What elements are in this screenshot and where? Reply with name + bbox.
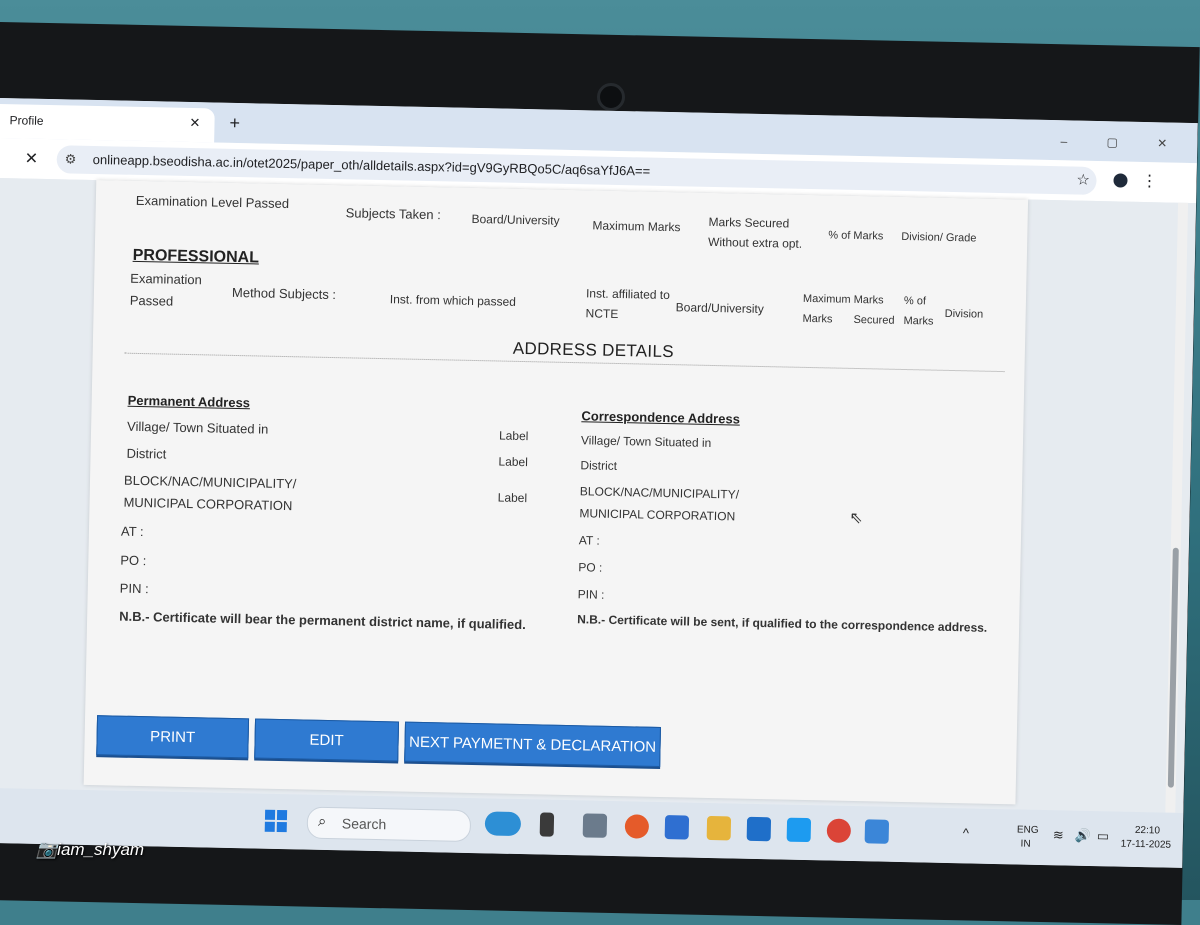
prof-affil-line1: Inst. affiliated to xyxy=(585,286,671,303)
perm-pin: PIN : xyxy=(119,580,149,597)
header-division: Division/ Grade xyxy=(901,230,977,245)
perm-block-line2: MUNICIPAL CORPORATION xyxy=(123,494,293,514)
prof-division: Division xyxy=(944,307,984,321)
twitter-icon[interactable] xyxy=(786,817,812,843)
details-page: Examination Level Passed Subjects Taken … xyxy=(83,180,1029,805)
header-subjects: Subjects Taken : xyxy=(345,205,441,223)
perm-note: N.B.- Certificate will bear the permanen… xyxy=(119,608,526,633)
permanent-address-heading: Permanent Address xyxy=(127,392,251,411)
perm-at: AT : xyxy=(120,523,144,540)
perm-block-line1: BLOCK/NAC/MUNICIPALITY/ xyxy=(123,472,297,492)
language-line1[interactable]: ENG xyxy=(1017,823,1039,836)
perm-po: PO : xyxy=(120,552,147,569)
perm-village-value: Label xyxy=(498,428,529,444)
taskbar-search[interactable]: ⌕ Search xyxy=(306,806,472,843)
clock-date[interactable]: 17-11-2025 xyxy=(1120,838,1172,852)
header-without-extra: Without extra opt. xyxy=(707,234,803,251)
search-icon: ⌕ xyxy=(317,812,327,830)
corr-block-line2: MUNICIPAL CORPORATION xyxy=(579,506,736,524)
prof-marks: Marks xyxy=(802,312,833,326)
search-placeholder: Search xyxy=(341,815,387,833)
address-details-title: ADDRESS DETAILS xyxy=(512,338,675,362)
windows-start-icon[interactable] xyxy=(264,809,288,833)
file-explorer-icon[interactable] xyxy=(706,815,732,841)
battery-icon[interactable]: ▭ xyxy=(1097,828,1110,843)
site-info-icon[interactable]: ⚙ xyxy=(65,151,77,167)
tab-title: Profile xyxy=(9,113,44,128)
photographer-watermark: 📷iam_shyam xyxy=(36,840,145,859)
perm-district-value: Label xyxy=(498,454,529,470)
language-line2[interactable]: IN xyxy=(1020,838,1030,851)
corr-district-label: District xyxy=(580,458,618,474)
prof-exam-line2: Passed xyxy=(129,292,174,309)
profile-avatar[interactable] xyxy=(1113,173,1128,188)
next-payment-declaration-button[interactable]: NEXT PAYMETNT & DECLARATION xyxy=(404,721,661,767)
print-button[interactable]: PRINT xyxy=(96,715,250,759)
edit-button[interactable]: EDIT xyxy=(254,718,400,762)
task-view-icon[interactable] xyxy=(539,812,555,837)
url-text[interactable]: onlineapp.bseodisha.ac.in/otet2025/paper… xyxy=(93,152,651,179)
prof-secured: Secured xyxy=(853,313,895,327)
copilot-icon[interactable] xyxy=(484,811,522,837)
store-icon[interactable] xyxy=(664,815,690,840)
header-percent: % of Marks xyxy=(828,229,884,243)
wifi-icon[interactable]: ≋ xyxy=(1053,827,1064,842)
stop-loading-icon[interactable]: ✕ xyxy=(25,149,39,169)
perm-district-label: District xyxy=(126,445,167,462)
prof-pct-line2: Marks xyxy=(903,314,934,328)
new-tab-icon[interactable]: + xyxy=(229,113,240,134)
chrome-icon[interactable] xyxy=(826,818,852,843)
header-marks-secured: Marks Secured xyxy=(708,214,790,231)
prof-inst: Inst. from which passed xyxy=(389,292,517,309)
prof-method: Method Subjects : xyxy=(231,284,337,303)
clock-time[interactable]: 22:10 xyxy=(1135,824,1160,838)
corr-at: AT : xyxy=(578,533,600,548)
tray-chevron-icon[interactable]: ^ xyxy=(963,825,969,840)
browser-menu-icon[interactable]: ⋮ xyxy=(1141,171,1157,191)
firefox-icon[interactable] xyxy=(624,814,650,839)
webcam xyxy=(597,83,625,111)
corr-pin: PIN : xyxy=(577,587,605,602)
header-max-marks: Maximum Marks xyxy=(592,218,681,235)
prof-pct-line1: % of xyxy=(903,294,927,308)
mouse-cursor-icon: ⇖ xyxy=(849,509,863,528)
prof-affil-line2: NCTE xyxy=(585,306,619,321)
photos-icon[interactable] xyxy=(864,819,890,844)
professional-heading: PROFESSIONAL xyxy=(132,246,260,267)
browser-tab[interactable]: Profile ✕ xyxy=(0,103,215,143)
corr-village-label: Village/ Town Situated in xyxy=(580,433,712,450)
close-tab-icon[interactable]: ✕ xyxy=(189,115,200,131)
laptop-screen: Profile ✕ + ‒ ▢ ✕ ✕ ⚙ onlineapp.bseodish… xyxy=(0,98,1198,868)
prof-exam-line1: Examination xyxy=(130,270,202,288)
page-viewport: Examination Level Passed Subjects Taken … xyxy=(0,177,1197,813)
bookmark-star-icon[interactable]: ☆ xyxy=(1076,171,1090,189)
perm-village-label: Village/ Town Situated in xyxy=(126,418,269,437)
corr-note: N.B.- Certificate will be sent, if quali… xyxy=(577,612,988,635)
correspondence-address-heading: Correspondence Address xyxy=(581,408,741,427)
window-controls[interactable]: ‒ ▢ ✕ xyxy=(1060,134,1185,151)
header-board: Board/University xyxy=(471,211,560,228)
camera-app-icon[interactable] xyxy=(582,813,608,838)
prof-board: Board/University xyxy=(675,300,764,317)
mail-icon[interactable] xyxy=(746,816,772,842)
header-exam-level: Examination Level Passed xyxy=(135,192,290,212)
volume-icon[interactable]: 🔊 xyxy=(1075,828,1091,843)
corr-block-line1: BLOCK/NAC/MUNICIPALITY/ xyxy=(579,484,740,502)
prof-max-marks: Maximum Marks xyxy=(802,292,884,307)
corr-po: PO : xyxy=(578,560,603,575)
perm-block-value: Label xyxy=(497,490,528,506)
